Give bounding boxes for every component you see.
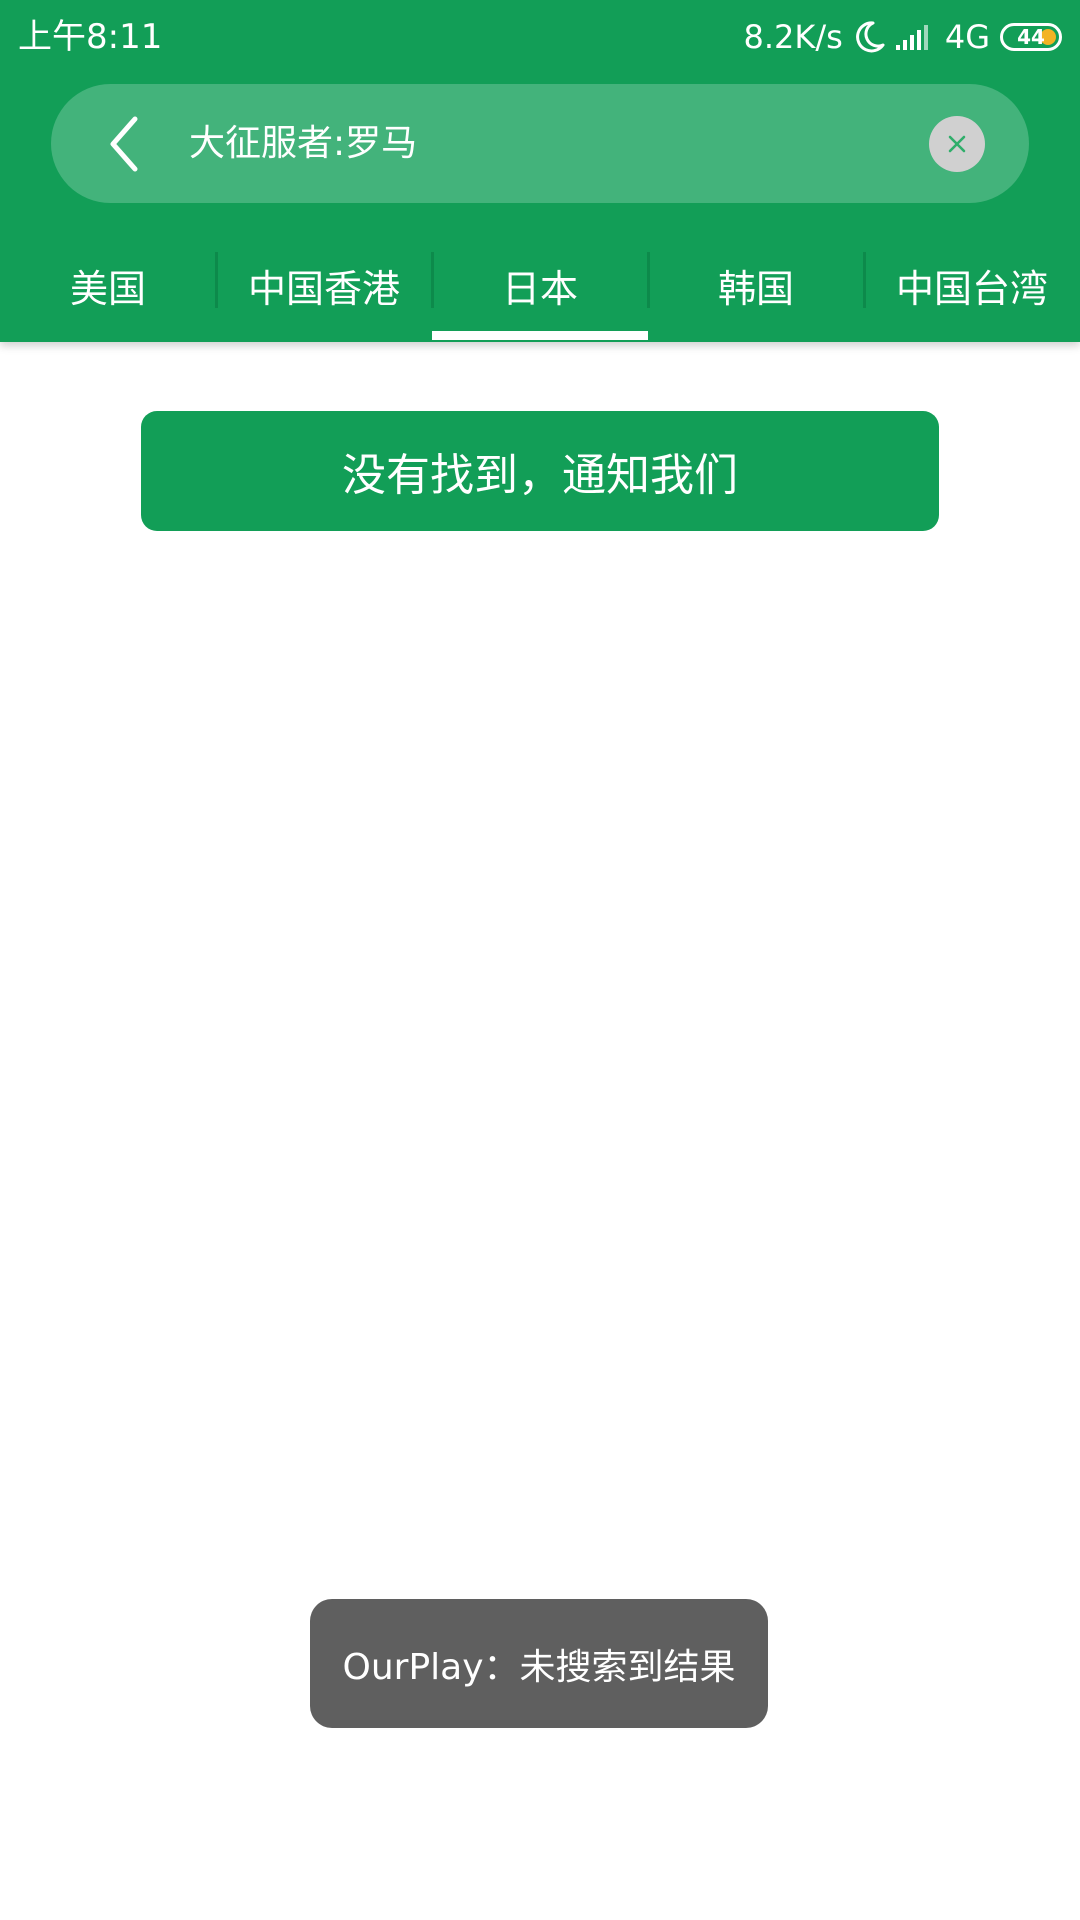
signal-icon (895, 23, 935, 51)
tab-japan[interactable]: 日本 (432, 240, 648, 342)
tab-label: 中国香港 (247, 267, 400, 311)
network-type: 4G (944, 18, 990, 56)
clear-search-button[interactable] (929, 116, 985, 172)
back-arrow-icon[interactable] (91, 109, 161, 179)
tab-korea[interactable]: 韩国 (648, 240, 864, 342)
close-icon (948, 135, 966, 153)
battery-level: 44 (1017, 25, 1045, 49)
tab-label: 韩国 (717, 267, 794, 311)
tab-usa[interactable]: 美国 (0, 240, 216, 342)
search-input[interactable]: 大征服者:罗马 (189, 84, 417, 203)
moon-icon (855, 21, 885, 53)
network-speed: 8.2K/s (743, 18, 843, 56)
tab-label: 日本 (501, 267, 578, 311)
tab-label: 中国台湾 (895, 267, 1048, 311)
status-time: 上午8:11 (18, 17, 163, 57)
search-bar[interactable]: 大征服者:罗马 (51, 84, 1029, 203)
battery-icon: 44 (1000, 23, 1062, 51)
selected-tab-indicator (432, 331, 648, 340)
app-header: 上午8:11 8.2K/s 4G 44 大征服者:罗马 美国 中国香港 日本 韩… (0, 0, 1080, 342)
tab-taiwan[interactable]: 中国台湾 (864, 240, 1080, 342)
tab-hong-kong[interactable]: 中国香港 (216, 240, 432, 342)
notify-us-button[interactable]: 没有找到，通知我们 (141, 411, 939, 531)
status-indicators: 8.2K/s 4G 44 (744, 15, 1062, 59)
region-tabs: 美国 中国香港 日本 韩国 中国台湾 (0, 240, 1080, 342)
tab-label: 美国 (69, 267, 146, 311)
toast-message: OurPlay：未搜索到结果 (310, 1599, 768, 1728)
status-bar: 上午8:11 8.2K/s 4G 44 (0, 0, 1080, 76)
